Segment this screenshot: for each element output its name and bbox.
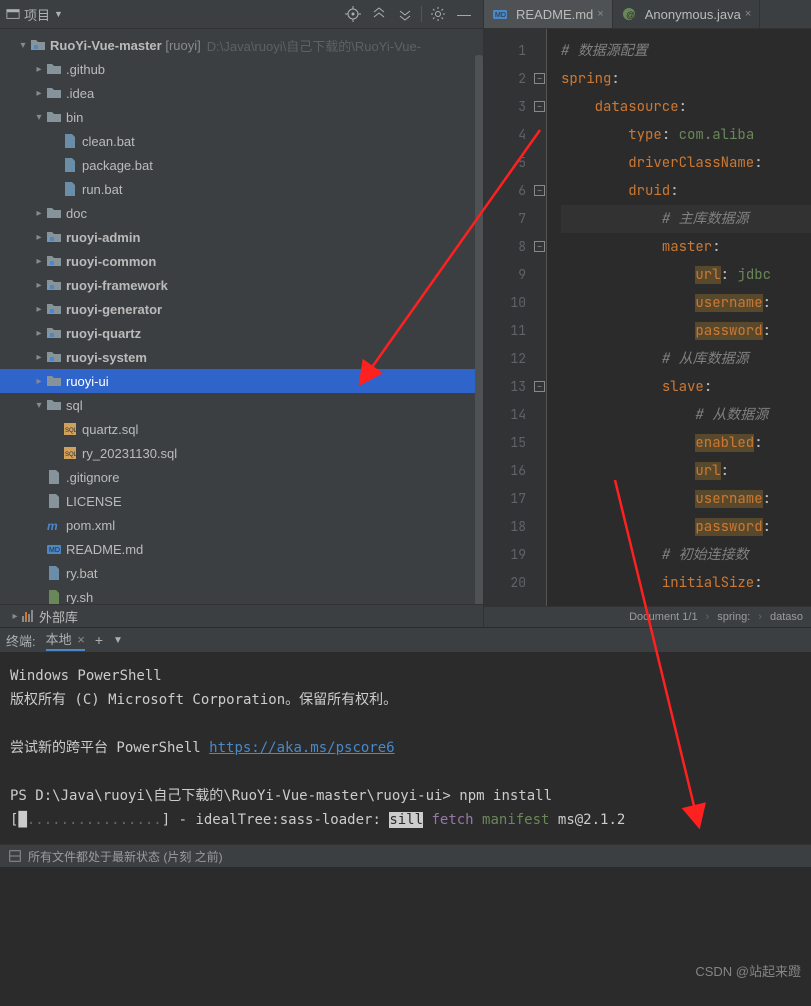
locate-icon[interactable]: [345, 6, 361, 22]
folder-icon: [46, 373, 62, 389]
editor-tabs: MDREADME.md×@Anonymous.java×: [484, 0, 811, 29]
tree-item-.gitignore[interactable]: ▸.gitignore: [0, 465, 483, 489]
bat-icon: [62, 181, 78, 197]
tree-item-RuoYi-Vue-master[interactable]: ▾RuoYi-Vue-master [ruoyi]D:\Java\ruoyi\自…: [0, 33, 483, 57]
svg-text:MD: MD: [49, 547, 60, 554]
md-icon: MD: [492, 6, 508, 22]
close-icon[interactable]: ×: [745, 8, 751, 20]
tree-item-ruoyi-admin[interactable]: ▸ruoyi-admin: [0, 225, 483, 249]
terminal-tab[interactable]: 本地 ×: [46, 629, 85, 651]
project-label: 项目: [24, 5, 50, 24]
crumb-2[interactable]: dataso: [770, 611, 803, 623]
tree-item-LICENSE[interactable]: ▸LICENSE: [0, 489, 483, 513]
folder-icon: [46, 61, 62, 77]
status-bar: 所有文件都处于最新状态 (片刻 之前): [0, 844, 811, 867]
tab-Anonymous.java[interactable]: @Anonymous.java×: [613, 0, 761, 28]
project-icon: [6, 7, 20, 21]
tree-item-.github[interactable]: ▸.github: [0, 57, 483, 81]
tree-item-package.bat[interactable]: ▸package.bat: [0, 153, 483, 177]
bat-icon: [62, 133, 78, 149]
svg-text:SQL: SQL: [65, 452, 78, 458]
maven-icon: m: [46, 517, 62, 533]
scrollbar-thumb[interactable]: [475, 55, 483, 604]
close-icon[interactable]: ×: [597, 8, 603, 20]
folder-icon: [46, 205, 62, 221]
sh-icon: [46, 589, 62, 604]
external-libraries[interactable]: ▸ 外部库: [0, 604, 483, 627]
tree-item-ruoyi-generator[interactable]: ▸ruoyi-generator: [0, 297, 483, 321]
line-gutter: 1234567891011121314151617181920: [484, 29, 532, 606]
tree-item-ruoyi-system[interactable]: ▸ruoyi-system: [0, 345, 483, 369]
status-text: 所有文件都处于最新状态 (片刻 之前): [28, 848, 223, 865]
module-icon: [30, 37, 46, 53]
svg-text:@: @: [626, 10, 635, 20]
tree-item-ry.bat[interactable]: ▸ry.bat: [0, 561, 483, 585]
editor[interactable]: 1234567891011121314151617181920 −−−−− # …: [484, 29, 811, 606]
fold-gutter: −−−−−: [532, 29, 547, 606]
tree-item-quartz.sql[interactable]: ▸SQLquartz.sql: [0, 417, 483, 441]
settings-icon[interactable]: [430, 6, 446, 22]
tree-item-.idea[interactable]: ▸.idea: [0, 81, 483, 105]
svg-text:SQL: SQL: [65, 428, 78, 434]
terminal-header: 终端: 本地 × + ▼: [0, 627, 811, 652]
crumb-1[interactable]: spring:: [717, 611, 750, 623]
tree-item-clean.bat[interactable]: ▸clean.bat: [0, 129, 483, 153]
module-icon: [46, 277, 62, 293]
tree-item-ruoyi-framework[interactable]: ▸ruoyi-framework: [0, 273, 483, 297]
terminal-body[interactable]: Windows PowerShell 版权所有 (C) Microsoft Co…: [0, 652, 811, 844]
md-icon: MD: [46, 541, 62, 557]
terminal-label: 终端:: [6, 631, 36, 650]
tree-item-ruoyi-quartz[interactable]: ▸ruoyi-quartz: [0, 321, 483, 345]
tree-item-ruoyi-ui[interactable]: ▸ruoyi-ui: [0, 369, 483, 393]
folder-icon: [46, 397, 62, 413]
module-icon: [46, 253, 62, 269]
collapse-all-icon[interactable]: [397, 6, 413, 22]
external-libraries-label: 外部库: [39, 607, 78, 626]
folder-icon: [46, 85, 62, 101]
crumb-doc: Document 1/1: [629, 611, 697, 623]
library-icon: [22, 610, 33, 622]
folder-icon: [46, 109, 62, 125]
bat-icon: [46, 565, 62, 581]
tree-item-run.bat[interactable]: ▸run.bat: [0, 177, 483, 201]
bat-icon: [62, 157, 78, 173]
file-icon: [46, 469, 62, 485]
project-tree[interactable]: ▾RuoYi-Vue-master [ruoyi]D:\Java\ruoyi\自…: [0, 29, 483, 604]
pscore-link[interactable]: https://aka.ms/pscore6: [209, 740, 394, 756]
project-toolbar: 项目 ▼ —: [0, 0, 483, 29]
breadcrumbs[interactable]: Document 1/1 › spring: › dataso: [484, 606, 811, 627]
tree-item-ry.sh[interactable]: ▸ry.sh: [0, 585, 483, 604]
svg-text:m: m: [47, 519, 58, 533]
code-area[interactable]: # 数据源配置spring: datasource: type: com.ali…: [547, 29, 811, 606]
svg-text:MD: MD: [495, 12, 506, 19]
hide-icon[interactable]: —: [456, 6, 472, 22]
tree-item-ruoyi-common[interactable]: ▸ruoyi-common: [0, 249, 483, 273]
tree-item-bin[interactable]: ▾bin: [0, 105, 483, 129]
watermark: CSDN @站起来蹬: [695, 961, 801, 980]
sql-icon: SQL: [62, 445, 78, 461]
vcs-icon[interactable]: [8, 849, 22, 863]
terminal-menu-icon[interactable]: ▼: [113, 635, 123, 646]
project-tool-window: 项目 ▼ — ▾RuoYi-Vue-master [ruoyi]D:\Java\…: [0, 0, 484, 627]
editor-area: MDREADME.md×@Anonymous.java× 12345678910…: [484, 0, 811, 627]
tree-item-pom.xml[interactable]: ▸mpom.xml: [0, 513, 483, 537]
module-icon: [46, 301, 62, 317]
tree-item-doc[interactable]: ▸doc: [0, 201, 483, 225]
tree-item-sql[interactable]: ▾sql: [0, 393, 483, 417]
file-icon: [46, 493, 62, 509]
tab-README.md[interactable]: MDREADME.md×: [484, 0, 613, 28]
module-icon: [46, 229, 62, 245]
tree-item-ry_20231130.sql[interactable]: ▸SQLry_20231130.sql: [0, 441, 483, 465]
tree-item-README.md[interactable]: ▸MDREADME.md: [0, 537, 483, 561]
sql-icon: SQL: [62, 421, 78, 437]
module-icon: [46, 349, 62, 365]
add-terminal-icon[interactable]: +: [95, 632, 103, 648]
project-selector[interactable]: 项目 ▼: [6, 5, 63, 24]
module-icon: [46, 325, 62, 341]
java-icon: @: [621, 6, 637, 22]
expand-all-icon[interactable]: [371, 6, 387, 22]
